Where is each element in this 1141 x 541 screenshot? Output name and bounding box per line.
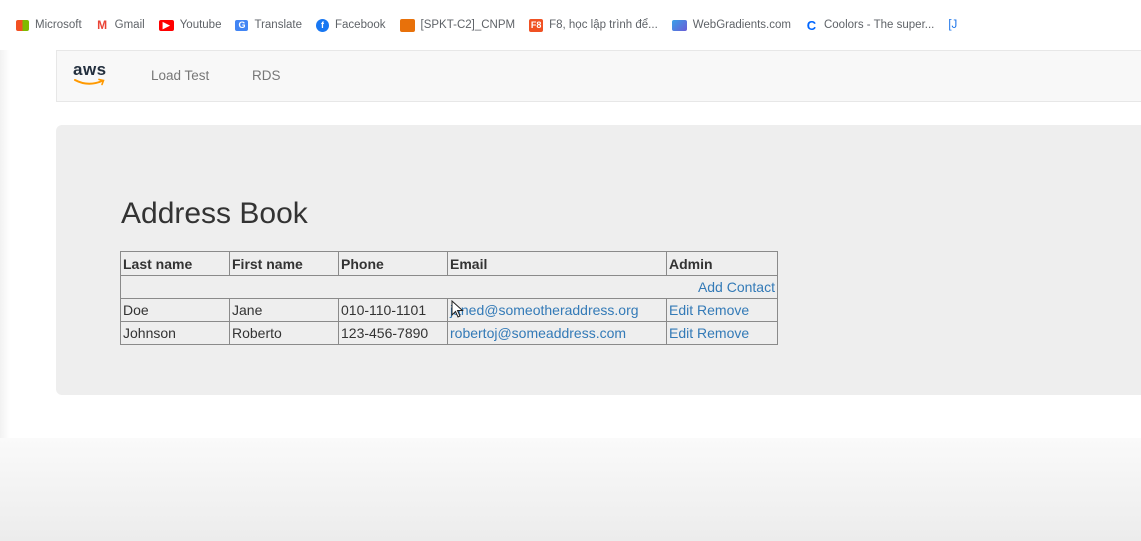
table-header-row: Last name First name Phone Email Admin [120,251,778,276]
bookmark-microsoft[interactable]: Microsoft [16,19,82,31]
nav-link-load-test[interactable]: Load Test [151,68,209,83]
coolors-icon: C [806,17,817,33]
email-link[interactable]: janed@someotheraddress.org [450,302,639,318]
cell-first-name: Jane [229,298,339,322]
bookmark-translate[interactable]: G Translate [235,19,302,31]
header-last-name: Last name [120,251,230,276]
cell-last-name: Johnson [120,321,230,345]
webgradients-icon [671,19,687,31]
cell-admin: Edit Remove [666,321,778,345]
cell-first-name: Roberto [229,321,339,345]
translate-icon: G [235,19,249,31]
edit-link[interactable]: Edit [669,325,693,341]
youtube-icon: ▶ [158,19,174,31]
header-email: Email [447,251,667,276]
header-phone: Phone [338,251,448,276]
aws-smile-icon [74,78,105,86]
bookmark-label: F8, học lập trình để... [549,19,658,31]
add-contact-row: Add Contact [120,275,778,299]
bookmark-gmail[interactable]: M Gmail [96,19,145,31]
bookmark-label: [SPKT-C2]_CNPM [420,19,516,31]
header-first-name: First name [229,251,339,276]
bookmark-overflow[interactable]: [J [948,19,957,31]
cell-last-name: Doe [120,298,230,322]
bookmark-label: [J [948,19,958,31]
bookmark-label: Facebook [335,19,386,31]
table-row: Johnson Roberto 123-456-7890 robertoj@so… [120,321,778,345]
bookmark-coolors[interactable]: C Coolors - The super... [805,17,935,33]
bookmark-label: Gmail [114,19,145,31]
mouse-cursor-icon [451,300,464,318]
email-link[interactable]: robertoj@someaddress.com [450,325,626,341]
cell-phone: 010-110-1101 [338,298,448,322]
bookmark-f8[interactable]: F8 F8, học lập trình để... [529,18,658,32]
bookmark-label: WebGradients.com [692,19,791,31]
bookmark-label: Microsoft [35,19,82,31]
folder-icon [399,18,415,32]
header-admin: Admin [666,251,778,276]
page-edge-shadow [0,50,10,440]
page-footer-area [0,438,1141,541]
brand-text: aws [73,60,107,79]
cell-admin: Edit Remove [666,298,778,322]
remove-link[interactable]: Remove [697,325,749,341]
bookmarks-bar: Microsoft M Gmail ▶ Youtube G Translate … [0,0,1141,50]
gmail-icon: M [97,18,108,32]
bookmark-label: Translate [254,19,302,31]
cell-email: robertoj@someaddress.com [447,321,667,345]
facebook-icon: f [316,18,329,32]
aws-logo[interactable]: aws [73,61,109,93]
site-navbar: aws Load Test RDS [56,50,1141,102]
bookmark-label: Coolors - The super... [823,19,935,31]
cell-email: janed@someotheraddress.org [447,298,667,322]
bookmark-label: Youtube [179,19,222,31]
page-title: Address Book [121,197,308,230]
bookmark-facebook[interactable]: f Facebook [316,18,386,32]
address-book-table: Last name First name Phone Email Admin A… [120,251,778,345]
edit-link[interactable]: Edit [669,302,693,318]
bookmark-youtube[interactable]: ▶ Youtube [158,19,222,31]
nav-link-rds[interactable]: RDS [252,68,281,83]
add-contact-cell: Add Contact [120,275,778,299]
table-row: Doe Jane 010-110-1101 janed@someotheradd… [120,298,778,322]
bookmark-webgradients[interactable]: WebGradients.com [671,19,791,31]
f8-icon: F8 [529,18,544,32]
remove-link[interactable]: Remove [697,302,749,318]
bookmark-spkt-cnpm[interactable]: [SPKT-C2]_CNPM [399,18,516,32]
cell-phone: 123-456-7890 [338,321,448,345]
add-contact-link[interactable]: Add Contact [698,279,775,295]
microsoft-icon [16,19,29,31]
